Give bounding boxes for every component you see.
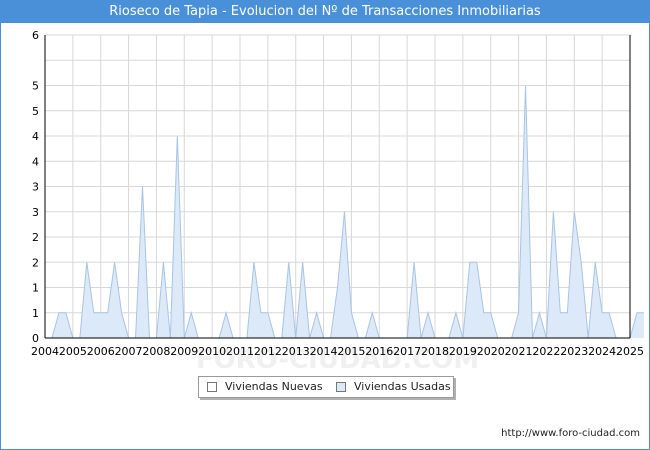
x-tick-label: 2023 (560, 345, 588, 358)
x-tick-label: 2015 (337, 345, 365, 358)
legend-label-nuevas: Viviendas Nuevas (225, 380, 323, 393)
y-tick-label: 1 (32, 307, 39, 320)
y-tick-label: 3 (32, 206, 39, 219)
legend-item-viviendas-usadas: Viviendas Usadas (336, 380, 451, 394)
x-tick-label: 2020 (477, 345, 505, 358)
x-tick-label: 2004 (31, 345, 59, 358)
legend-item-viviendas-nuevas: Viviendas Nuevas (207, 380, 323, 394)
y-tick-label: 2 (32, 231, 39, 244)
x-tick-label: 2021 (505, 345, 533, 358)
x-tick-label: 2018 (421, 345, 449, 358)
y-tick-label: 5 (32, 105, 39, 118)
y-tick-label: 5 (32, 80, 39, 93)
legend-label-usadas: Viviendas Usadas (354, 380, 451, 393)
y-tick-label: 4 (32, 155, 39, 168)
x-tick-label: 2006 (87, 345, 115, 358)
x-tick-label: 2025 (616, 345, 644, 358)
x-tick-label: 2008 (142, 345, 170, 358)
y-tick-label: 1 (32, 282, 39, 295)
y-tick-label: 2 (32, 256, 39, 269)
x-tick-label: 2022 (532, 345, 560, 358)
x-tick-label: 2009 (170, 345, 198, 358)
x-tick-label: 2005 (59, 345, 87, 358)
x-tick-label: 2024 (588, 345, 616, 358)
x-tick-label: 2019 (449, 345, 477, 358)
x-tick-label: 2017 (393, 345, 421, 358)
x-tick-label: 2011 (226, 345, 254, 358)
y-tick-label: 0 (32, 332, 39, 345)
y-tick-label: 3 (32, 181, 39, 194)
x-tick-label: 2014 (310, 345, 338, 358)
x-tick-label: 2016 (365, 345, 393, 358)
x-tick-label: 2012 (254, 345, 282, 358)
chart-legend: Viviendas Nuevas Viviendas Usadas (198, 376, 454, 398)
y-tick-label: 4 (32, 130, 39, 143)
legend-swatch-nuevas (207, 382, 217, 392)
x-tick-label: 2010 (198, 345, 226, 358)
legend-swatch-usadas (336, 382, 346, 392)
x-tick-label: 2013 (282, 345, 310, 358)
x-tick-label: 2007 (115, 345, 143, 358)
y-tick-label: 6 (32, 29, 39, 42)
footer-url: http://www.foro-ciudad.com (501, 428, 640, 439)
